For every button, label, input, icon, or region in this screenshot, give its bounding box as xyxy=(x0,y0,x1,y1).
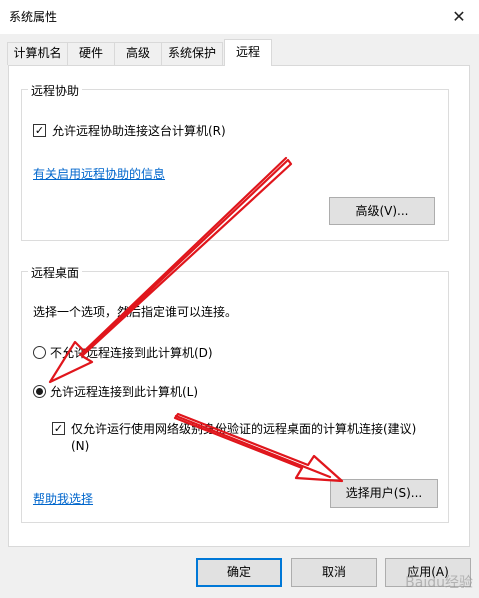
tab-panel-remote: 远程协助 ✓ 允许远程协助连接这台计算机(R) 有关启用远程协助的信息 高级(V… xyxy=(8,65,470,547)
tab-advanced[interactable]: 高级 xyxy=(114,42,162,65)
allow-remote-assistance-label[interactable]: 允许远程协助连接这台计算机(R) xyxy=(52,122,226,139)
nla-only-label-suffix[interactable]: (N) xyxy=(71,439,89,453)
remote-desktop-title: 远程桌面 xyxy=(28,264,83,281)
allow-remote-radio[interactable] xyxy=(33,385,46,398)
remote-assistance-group: 远程协助 ✓ 允许远程协助连接这台计算机(R) 有关启用远程协助的信息 高级(V… xyxy=(21,82,449,241)
window-title: 系统属性 xyxy=(9,10,58,24)
tab-remote[interactable]: 远程 xyxy=(224,39,272,66)
title-bar: 系统属性 ✕ xyxy=(0,0,479,34)
checkmark-icon: ✓ xyxy=(53,422,64,435)
ok-button[interactable]: 确定 xyxy=(196,558,282,587)
nla-only-checkbox[interactable]: ✓ xyxy=(52,422,65,435)
deny-remote-radio[interactable] xyxy=(33,346,46,359)
close-icon[interactable]: ✕ xyxy=(445,2,473,30)
watermark-logo: Baidu经验 xyxy=(405,575,473,591)
tab-computer-name[interactable]: 计算机名 xyxy=(7,42,68,65)
tab-system-protection[interactable]: 系统保护 xyxy=(161,42,223,65)
cancel-button[interactable]: 取消 xyxy=(291,558,377,587)
checkmark-icon: ✓ xyxy=(34,124,45,137)
remote-assistance-title: 远程协助 xyxy=(28,82,83,99)
tab-hardware[interactable]: 硬件 xyxy=(67,42,115,65)
remote-desktop-group: 远程桌面 选择一个选项，然后指定谁可以连接。 不允许远程连接到此计算机(D) 允… xyxy=(21,264,449,523)
select-users-button[interactable]: 选择用户(S)... xyxy=(330,479,438,508)
remote-assistance-info-link[interactable]: 有关启用远程协助的信息 xyxy=(33,165,165,182)
remote-desktop-instruction: 选择一个选项，然后指定谁可以连接。 xyxy=(33,305,238,319)
help-me-choose-link[interactable]: 帮助我选择 xyxy=(33,490,93,507)
allow-remote-label[interactable]: 允许远程连接到此计算机(L) xyxy=(50,383,198,400)
allow-remote-assistance-checkbox[interactable]: ✓ xyxy=(33,124,46,137)
nla-only-label[interactable]: 仅允许运行使用网络级别身份验证的远程桌面的计算机连接(建议) xyxy=(71,420,416,437)
deny-remote-label[interactable]: 不允许远程连接到此计算机(D) xyxy=(50,344,213,361)
advanced-button[interactable]: 高级(V)... xyxy=(329,197,435,225)
